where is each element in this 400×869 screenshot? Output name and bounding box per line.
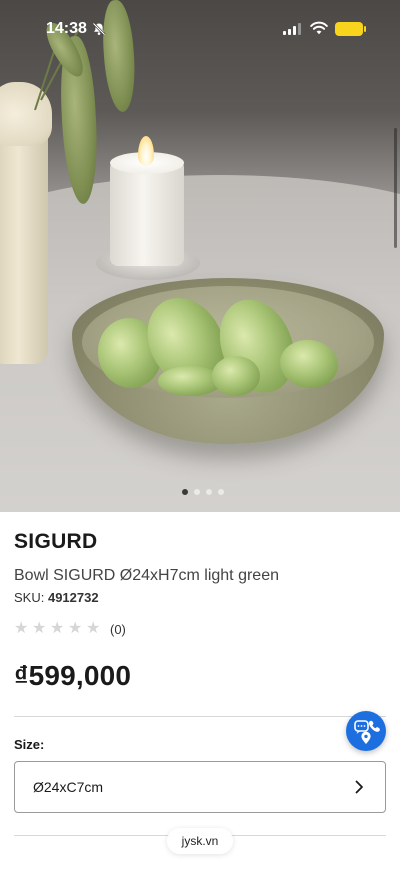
browser-url[interactable]: jysk.vn bbox=[167, 828, 233, 854]
size-selected-value: Ø24xC7cm bbox=[33, 779, 104, 795]
status-bar: 14:38 bbox=[0, 0, 400, 54]
candle bbox=[110, 158, 184, 266]
scroll-indicator bbox=[394, 128, 397, 248]
contact-button[interactable] bbox=[346, 711, 386, 751]
gallery-dot[interactable] bbox=[194, 489, 200, 495]
product-description: Bowl SIGURD Ø24xH7cm light green bbox=[14, 567, 279, 584]
product-brand: SIGURD bbox=[14, 530, 98, 553]
review-count[interactable]: (0) bbox=[110, 622, 126, 637]
product-image[interactable] bbox=[0, 0, 400, 512]
rating[interactable]: ★ ★ ★ ★ ★ (0) bbox=[14, 621, 126, 637]
sku-label: SKU: bbox=[14, 590, 45, 605]
star-empty-icon: ★ bbox=[32, 620, 47, 637]
star-empty-icon: ★ bbox=[50, 620, 65, 637]
chevron-right-icon bbox=[355, 780, 363, 794]
product-price: ₫599,000 bbox=[14, 660, 132, 691]
size-selector[interactable]: Ø24xC7cm bbox=[14, 761, 386, 813]
chat-phone-location-icon bbox=[354, 720, 380, 744]
star-empty-icon: ★ bbox=[14, 620, 29, 637]
divider bbox=[14, 716, 386, 717]
wifi-icon bbox=[310, 21, 328, 35]
gallery-pagination[interactable] bbox=[182, 489, 224, 495]
candle-flame bbox=[138, 136, 154, 166]
star-empty-icon: ★ bbox=[86, 620, 101, 637]
status-time: 14:38 bbox=[46, 20, 87, 37]
sku-value: 4912732 bbox=[47, 590, 99, 605]
gallery-dot-active[interactable] bbox=[182, 489, 188, 495]
cellular-signal-icon bbox=[283, 23, 301, 35]
bell-muted-icon bbox=[92, 22, 106, 36]
zucchini bbox=[212, 356, 260, 396]
battery-icon bbox=[335, 22, 366, 36]
gallery-dot[interactable] bbox=[218, 489, 224, 495]
star-empty-icon: ★ bbox=[68, 620, 83, 637]
gallery-dot[interactable] bbox=[206, 489, 212, 495]
size-label: Size: bbox=[14, 737, 45, 752]
product-sku: SKU: 4912732 bbox=[14, 590, 99, 605]
